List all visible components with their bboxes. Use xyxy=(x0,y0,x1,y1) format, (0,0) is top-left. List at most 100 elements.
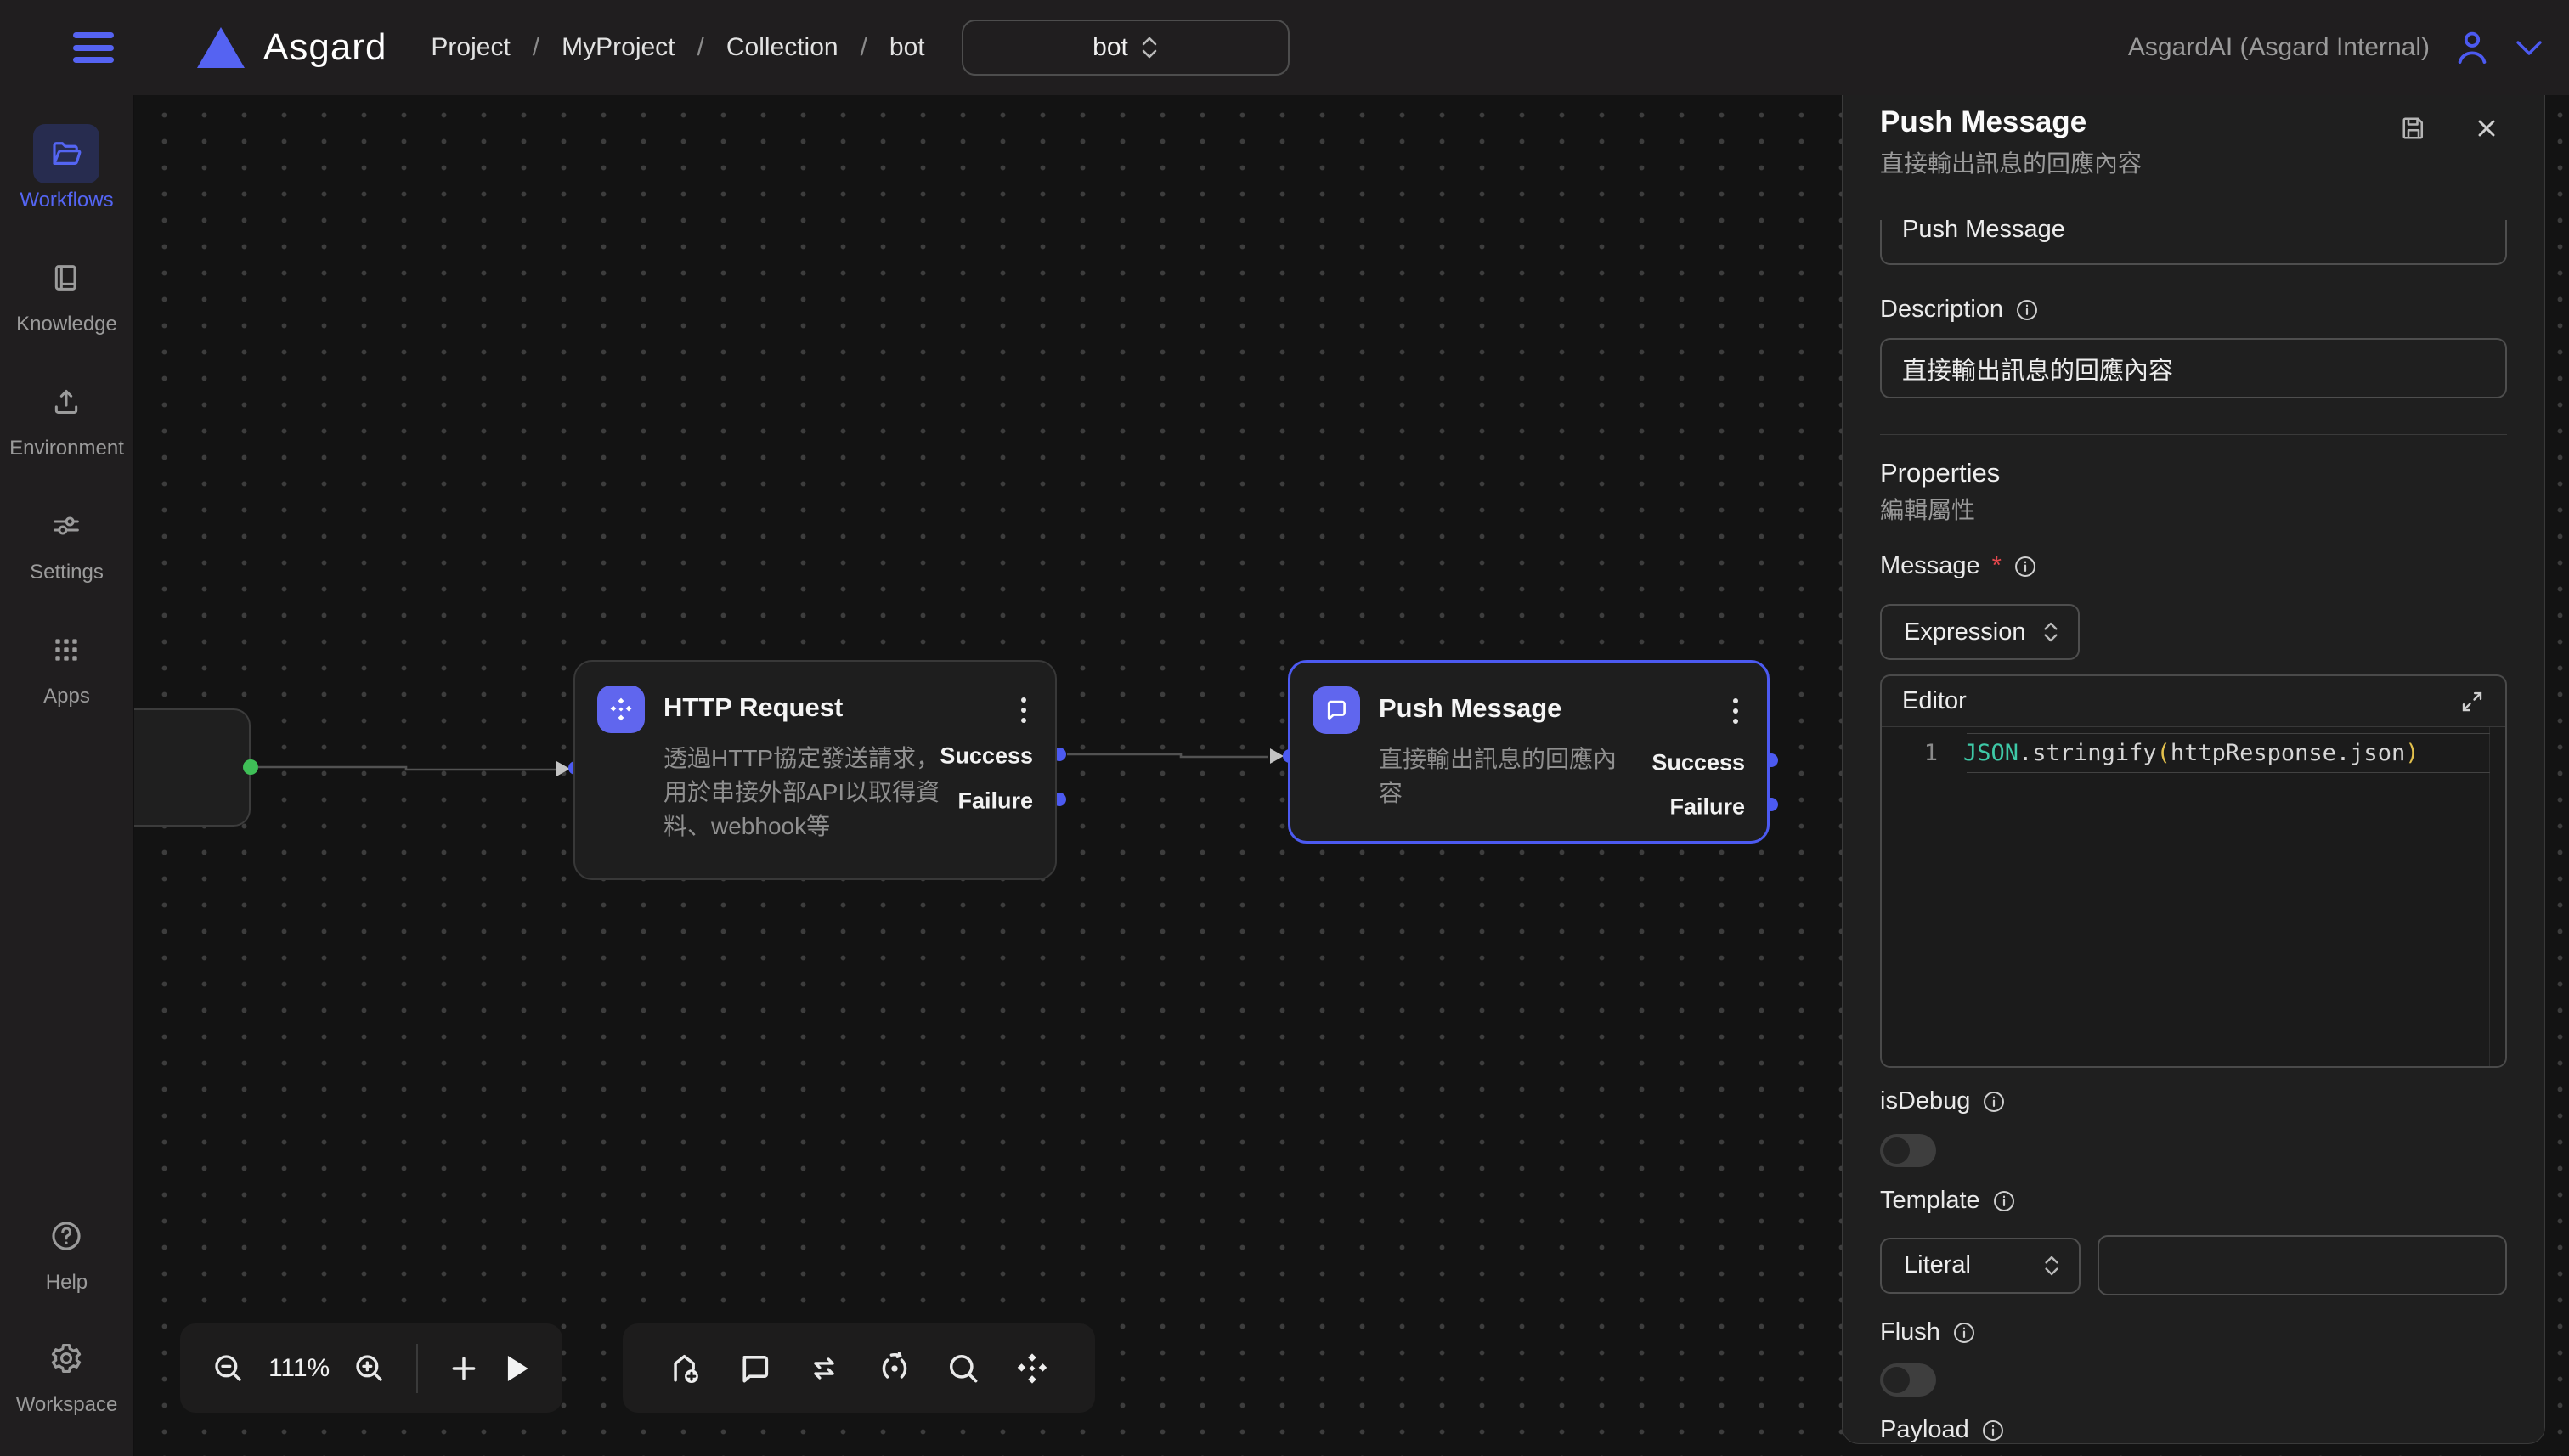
chevron-updown-icon xyxy=(1140,35,1159,60)
panel-scroll-area[interactable]: Description Properties 編輯屬性 Message * Ex… xyxy=(1880,220,2507,1444)
toolbar-divider xyxy=(416,1344,418,1393)
zoom-toolbar: 111% xyxy=(180,1323,562,1413)
payload-label: Payload xyxy=(1880,1416,2507,1444)
isdebug-label: isDebug xyxy=(1880,1087,2507,1115)
close-icon[interactable] xyxy=(2473,115,2500,142)
info-icon[interactable] xyxy=(1981,1419,2005,1442)
zoom-level: 111% xyxy=(268,1354,330,1383)
breadcrumb-bot[interactable]: bot xyxy=(889,33,925,62)
breadcrumb-separator: / xyxy=(533,33,539,62)
brand[interactable]: Asgard xyxy=(197,26,387,69)
node-push-message[interactable]: Push Message 直接輸出訊息的回應內容 Success Failure xyxy=(1288,660,1770,844)
sidebar-item-environment[interactable]: Environment xyxy=(9,372,124,460)
node-title: HTTP Request xyxy=(663,692,843,723)
chevron-down-icon[interactable] xyxy=(2515,38,2544,57)
breadcrumb-collection[interactable]: Collection xyxy=(726,33,838,62)
search-icon[interactable] xyxy=(945,1350,982,1387)
template-label: Template xyxy=(1880,1187,2507,1215)
code-line-1[interactable]: 1 JSON.stringify(httpResponse.json) xyxy=(1882,731,2505,774)
upload-icon xyxy=(49,385,83,419)
sidebar-item-workspace[interactable]: Workspace xyxy=(16,1329,118,1417)
panel-subtitle: 直接輸出訊息的回應內容 xyxy=(1880,150,2507,178)
sliders-icon xyxy=(49,509,83,543)
save-icon[interactable] xyxy=(2398,113,2429,144)
editor-expand-icon[interactable] xyxy=(2459,689,2485,714)
node-menu-kebab-icon[interactable] xyxy=(1013,694,1035,726)
sidebar-item-label: Apps xyxy=(43,685,90,708)
output-label-success: Success xyxy=(1652,750,1745,776)
source-handle-green[interactable] xyxy=(243,759,258,775)
sidebar-item-label: Workspace xyxy=(16,1393,118,1417)
sidebar-item-label: Settings xyxy=(30,561,104,584)
sidebar-item-label: Environment xyxy=(9,437,124,460)
node-title: Push Message xyxy=(1379,693,1561,724)
properties-heading: Properties xyxy=(1880,460,2507,486)
tools-toolbar xyxy=(623,1323,1095,1413)
left-sidebar: Workflows Knowledge Environment Settings… xyxy=(0,95,134,1456)
edge-arrowhead xyxy=(1270,748,1284,764)
node-description: 直接輸出訊息的回應內容 xyxy=(1379,742,1634,810)
sidebar-item-apps[interactable]: Apps xyxy=(33,620,99,708)
chat-bubble-icon xyxy=(1323,697,1350,724)
book-icon xyxy=(49,261,83,295)
template-type-select[interactable]: Literal xyxy=(1880,1238,2081,1294)
isdebug-toggle[interactable] xyxy=(1880,1134,1936,1167)
template-type-value: Literal xyxy=(1904,1251,1971,1279)
run-icon[interactable] xyxy=(503,1352,532,1385)
hamburger-menu-icon[interactable] xyxy=(73,32,114,63)
zoom-in-icon[interactable] xyxy=(352,1351,387,1386)
properties-subheading: 編輯屬性 xyxy=(1880,499,2507,522)
triangle-logo-icon xyxy=(197,27,245,68)
breadcrumb-project[interactable]: Project xyxy=(431,33,510,62)
user-avatar-icon[interactable] xyxy=(2452,27,2493,68)
info-icon[interactable] xyxy=(1952,1321,1976,1345)
auto-layout-icon[interactable] xyxy=(1013,1350,1051,1387)
info-icon[interactable] xyxy=(1982,1090,2006,1114)
brand-name: Asgard xyxy=(263,26,387,69)
flush-toggle[interactable] xyxy=(1880,1363,1936,1397)
section-divider xyxy=(1880,434,2507,435)
output-label-success: Success xyxy=(940,743,1033,770)
chevron-updown-icon xyxy=(2042,620,2059,644)
breadcrumb-myproject[interactable]: MyProject xyxy=(562,33,675,62)
line-number: 1 xyxy=(1882,740,1963,766)
apps-grid-icon xyxy=(50,634,82,666)
info-icon[interactable] xyxy=(1992,1189,2016,1213)
sidebar-item-knowledge[interactable]: Knowledge xyxy=(16,248,117,336)
sidebar-item-label: Help xyxy=(46,1271,88,1295)
sidebar-item-help[interactable]: Help xyxy=(33,1206,99,1295)
node-http-request[interactable]: HTTP Request 透過HTTP協定發送請求，用於串接外部API以取得資料… xyxy=(573,660,1057,880)
workflow-select-value: bot xyxy=(1093,33,1128,62)
description-input[interactable] xyxy=(1880,338,2507,398)
workflow-select[interactable]: bot xyxy=(962,20,1290,76)
node-menu-kebab-icon[interactable] xyxy=(1725,695,1747,727)
add-node-icon[interactable] xyxy=(667,1350,704,1387)
edge-arrowhead xyxy=(556,761,570,776)
flush-label: Flush xyxy=(1880,1318,2507,1346)
message-type-select[interactable]: Expression xyxy=(1880,604,2080,660)
folder-open-icon xyxy=(48,136,84,172)
http-node-icon xyxy=(597,686,645,733)
info-icon[interactable] xyxy=(2015,298,2039,322)
code-area[interactable]: 1 JSON.stringify(httpResponse.json) xyxy=(1882,727,2505,1066)
editor-label: Editor xyxy=(1902,687,1967,715)
comment-icon[interactable] xyxy=(736,1350,773,1387)
node-description: 透過HTTP協定發送請求，用於串接外部API以取得資料、webhook等 xyxy=(663,742,951,844)
name-field-clip xyxy=(1880,220,2507,265)
sidebar-item-workflows[interactable]: Workflows xyxy=(20,124,113,212)
editor-scroll-edge xyxy=(2489,727,2490,1066)
current-line-highlight xyxy=(1967,733,2490,773)
node-properties-panel: Push Message 直接輸出訊息的回應內容 Description Pro… xyxy=(1842,66,2545,1444)
zoom-out-icon[interactable] xyxy=(211,1351,246,1386)
add-icon[interactable] xyxy=(447,1352,481,1385)
breadcrumb: Project / MyProject / Collection / bot xyxy=(431,33,924,62)
sidebar-item-label: Workflows xyxy=(20,189,113,212)
sidebar-item-settings[interactable]: Settings xyxy=(30,496,104,584)
gear-icon xyxy=(48,1340,84,1376)
required-asterisk: * xyxy=(1992,552,2002,580)
locate-icon[interactable] xyxy=(876,1350,913,1387)
swap-connections-icon[interactable] xyxy=(805,1350,844,1387)
info-icon[interactable] xyxy=(2013,555,2037,578)
template-value-input[interactable] xyxy=(2098,1235,2507,1295)
name-input[interactable] xyxy=(1880,220,2507,265)
